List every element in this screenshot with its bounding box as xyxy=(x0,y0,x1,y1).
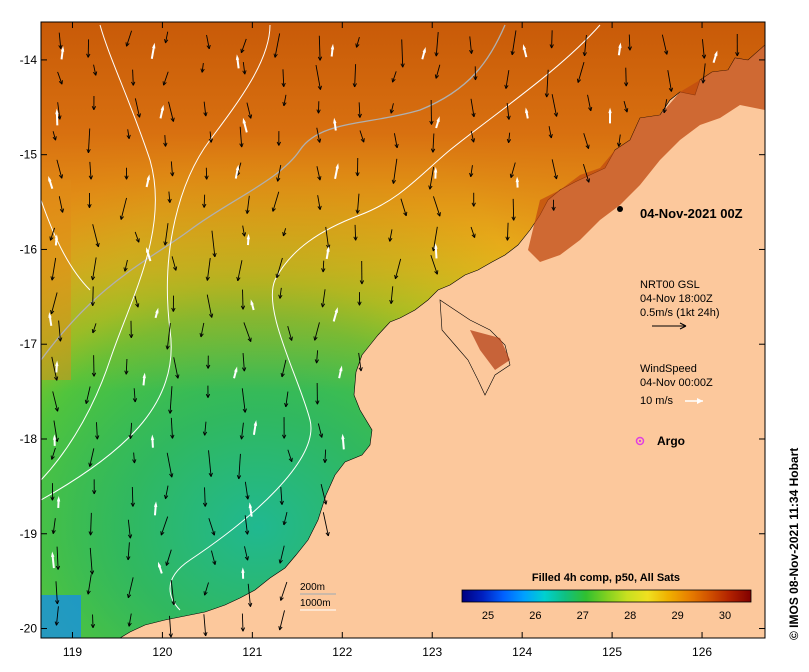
depth-1000-label: 1000m xyxy=(300,598,331,609)
date-label: 04-Nov-2021 00Z xyxy=(640,206,743,221)
current-arrow xyxy=(551,30,553,49)
credit-label: © IMOS 08-Nov-2021 11:34 Hobart xyxy=(787,448,801,640)
colorbar xyxy=(461,589,752,603)
lon-tick-label: 123 xyxy=(422,645,442,659)
current-arrow xyxy=(131,486,134,507)
current-arrow xyxy=(241,613,244,632)
colorbar-tick-label: 29 xyxy=(671,610,683,622)
sea-surface-temperature-field xyxy=(41,22,765,638)
lon-tick-label: 121 xyxy=(242,645,262,659)
gsl-time: 04-Nov 18:00Z xyxy=(640,293,713,305)
lat-tick-label: -20 xyxy=(20,622,38,636)
sst-map: 119 120 121 122 123 124 125 126 -14 -15 -16 -17 -18… xyxy=(20,21,801,659)
lat-tick-label: -16 xyxy=(20,242,38,256)
wind-title: WindSpeed xyxy=(640,363,697,375)
colorbar-tick-label: 28 xyxy=(624,610,636,622)
lon-tick-label: 119 xyxy=(63,645,82,659)
current-arrow xyxy=(203,194,206,208)
current-arrow xyxy=(242,289,244,310)
lat-tick-label: -14 xyxy=(20,53,38,67)
lat-tick-label: -18 xyxy=(20,432,38,446)
lon-tick-label: 124 xyxy=(512,645,532,659)
colorbar-tick-label: 27 xyxy=(577,610,589,622)
colorbar-tick-label: 26 xyxy=(529,610,541,622)
lat-tick-label: -19 xyxy=(20,527,38,541)
current-arrow xyxy=(512,198,515,221)
current-arrow xyxy=(92,286,94,306)
current-arrow xyxy=(354,224,357,241)
gsl-title: NRT00 GSL xyxy=(640,279,700,291)
lon-tick-label: 120 xyxy=(152,645,172,659)
depth-200-label: 200m xyxy=(300,582,325,593)
wind-time: 04-Nov 00:00Z xyxy=(640,377,713,389)
lat-tick-label: -15 xyxy=(20,148,38,162)
lon-tick-label: 122 xyxy=(332,645,352,659)
gsl-scale: 0.5m/s (1kt 24h) xyxy=(640,307,719,319)
argo-label: Argo xyxy=(657,434,685,448)
colorbar-title: Filled 4h comp, p50, All Sats xyxy=(532,572,680,584)
lon-tick-label: 126 xyxy=(692,645,712,659)
colorbar-tick-label: 25 xyxy=(482,610,494,622)
lat-tick-label: -17 xyxy=(20,337,38,351)
date-marker-dot xyxy=(617,206,623,212)
lon-tick-label: 125 xyxy=(602,645,622,659)
colorbar-tick-label: 30 xyxy=(719,610,731,622)
wind-scale-label: 10 m/s xyxy=(640,395,674,407)
